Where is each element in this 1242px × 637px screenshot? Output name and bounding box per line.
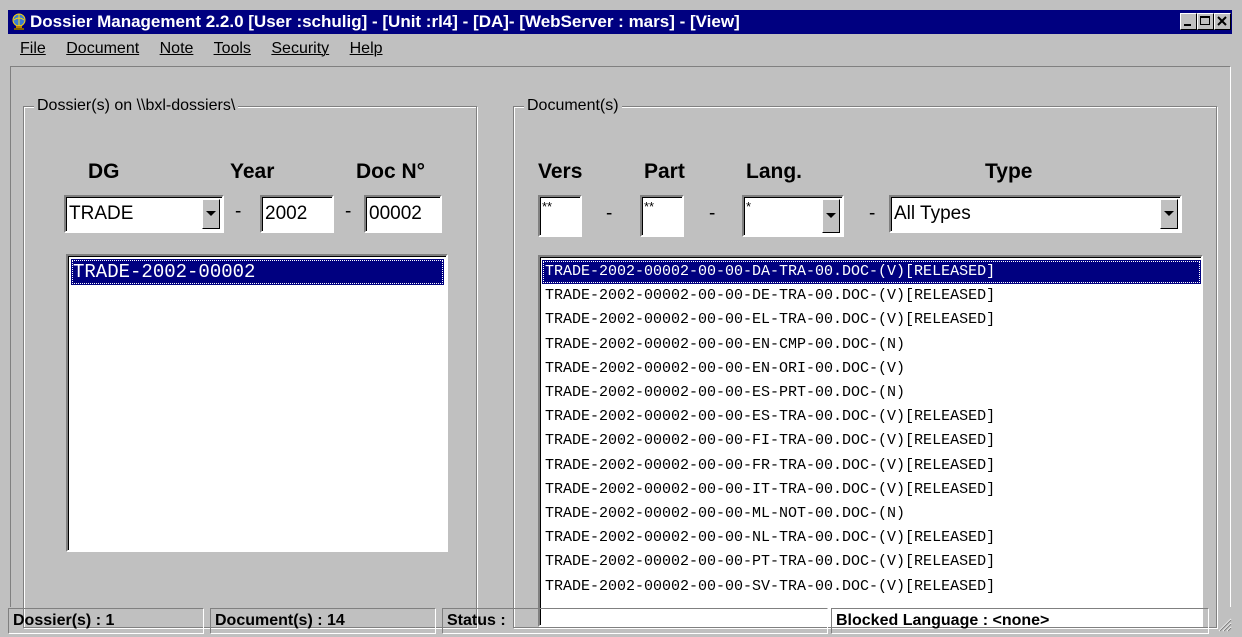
- status-document-count: Document(s) : 14: [210, 608, 436, 634]
- lang-value: *: [746, 199, 752, 214]
- lang-select[interactable]: *: [742, 195, 844, 237]
- status-blocked-language: Blocked Language : <none>: [831, 608, 1209, 634]
- part-input[interactable]: **: [640, 195, 684, 237]
- year-input[interactable]: 2002: [260, 195, 334, 233]
- menu-file[interactable]: File: [20, 40, 46, 57]
- dg-dropdown-button[interactable]: [202, 199, 220, 229]
- list-item[interactable]: TRADE-2002-00002: [71, 259, 444, 285]
- docno-value: 00002: [369, 203, 422, 224]
- menu-security[interactable]: Security: [271, 40, 329, 57]
- vers-value: **: [542, 199, 553, 214]
- close-icon: [1217, 16, 1227, 26]
- dossier-group: Dossier(s) on \\bxl-dossiers\ DG Year Do…: [23, 96, 477, 628]
- window-title: Dossier Management 2.2.0 [User :schulig]…: [30, 12, 740, 31]
- year-header: Year: [230, 160, 275, 183]
- menu-bar: File Document Note Tools Security Help: [8, 36, 399, 62]
- menu-document[interactable]: Document: [66, 40, 139, 57]
- dg-value: TRADE: [69, 203, 134, 224]
- list-item[interactable]: TRADE-2002-00002-00-00-FR-TRA-00.DOC-(V)…: [542, 454, 1201, 478]
- close-button[interactable]: [1214, 13, 1231, 30]
- menu-help[interactable]: Help: [350, 40, 383, 57]
- type-dropdown-button[interactable]: [1160, 199, 1178, 229]
- document-list[interactable]: TRADE-2002-00002-00-00-DA-TRA-00.DOC-(V)…: [538, 255, 1203, 627]
- maximize-icon: [1200, 16, 1210, 25]
- status-dossier-count: Dossier(s) : 1: [8, 608, 204, 634]
- list-item[interactable]: TRADE-2002-00002-00-00-DE-TRA-00.DOC-(V)…: [542, 284, 1201, 308]
- minimize-button[interactable]: [1180, 13, 1197, 30]
- separator: -: [606, 203, 613, 224]
- lang-header: Lang.: [746, 160, 802, 183]
- type-value: All Types: [894, 203, 971, 224]
- part-header: Part: [644, 160, 685, 183]
- list-item[interactable]: TRADE-2002-00002-00-00-ES-PRT-00.DOC-(N): [542, 381, 1201, 405]
- minimize-icon: [1184, 24, 1191, 26]
- menu-note[interactable]: Note: [160, 40, 194, 57]
- status-bar: Dossier(s) : 1 Document(s) : 14 Status :…: [8, 608, 1234, 634]
- list-item[interactable]: TRADE-2002-00002-00-00-EN-CMP-00.DOC-(N): [542, 333, 1201, 357]
- separator: -: [709, 203, 716, 224]
- chevron-down-icon: [206, 211, 216, 216]
- chevron-down-icon: [826, 213, 836, 218]
- list-item[interactable]: TRADE-2002-00002-00-00-EN-ORI-00.DOC-(V): [542, 357, 1201, 381]
- list-item[interactable]: TRADE-2002-00002-00-00-NL-TRA-00.DOC-(V)…: [542, 526, 1201, 550]
- chevron-down-icon: [1164, 211, 1174, 216]
- type-header: Type: [985, 160, 1033, 183]
- part-value: **: [644, 199, 655, 214]
- menu-tools[interactable]: Tools: [214, 40, 251, 57]
- list-item[interactable]: TRADE-2002-00002-00-00-DA-TRA-00.DOC-(V)…: [542, 260, 1201, 285]
- docno-header: Doc N°: [356, 160, 426, 183]
- type-select[interactable]: All Types: [889, 195, 1182, 233]
- list-item[interactable]: TRADE-2002-00002-00-00-PT-TRA-00.DOC-(V)…: [542, 550, 1201, 574]
- maximize-button[interactable]: [1197, 13, 1214, 30]
- documents-group: Document(s) Vers Part Lang. Type ** - **…: [513, 96, 1217, 628]
- separator: -: [345, 201, 352, 222]
- documents-group-legend: Document(s): [524, 96, 622, 116]
- dossier-list[interactable]: TRADE-2002-00002: [66, 254, 448, 552]
- dg-select[interactable]: TRADE: [64, 195, 224, 233]
- list-item[interactable]: TRADE-2002-00002-00-00-SV-TRA-00.DOC-(V)…: [542, 575, 1201, 599]
- docno-input[interactable]: 00002: [364, 195, 442, 233]
- list-item[interactable]: TRADE-2002-00002-00-00-ML-NOT-00.DOC-(N): [542, 502, 1201, 526]
- resize-grip-icon[interactable]: [1216, 616, 1232, 632]
- list-item[interactable]: TRADE-2002-00002-00-00-ES-TRA-00.DOC-(V)…: [542, 405, 1201, 429]
- client-area: Dossier(s) on \\bxl-dossiers\ DG Year Do…: [10, 66, 1231, 628]
- globe-icon: [12, 13, 26, 30]
- dg-header: DG: [88, 160, 120, 183]
- vers-input[interactable]: **: [538, 195, 582, 237]
- title-bar[interactable]: Dossier Management 2.2.0 [User :schulig]…: [8, 10, 1232, 34]
- separator: -: [869, 203, 876, 224]
- year-value: 2002: [265, 203, 308, 224]
- separator: -: [235, 201, 242, 222]
- dossier-group-legend: Dossier(s) on \\bxl-dossiers\: [34, 96, 239, 116]
- app-window: Dossier Management 2.2.0 [User :schulig]…: [0, 0, 1242, 637]
- vers-header: Vers: [538, 160, 583, 183]
- list-item[interactable]: TRADE-2002-00002-00-00-EL-TRA-00.DOC-(V)…: [542, 308, 1201, 332]
- list-item[interactable]: TRADE-2002-00002-00-00-FI-TRA-00.DOC-(V)…: [542, 429, 1201, 453]
- lang-dropdown-button[interactable]: [822, 199, 840, 233]
- status-text: Status :: [442, 608, 828, 634]
- list-item[interactable]: TRADE-2002-00002-00-00-IT-TRA-00.DOC-(V)…: [542, 478, 1201, 502]
